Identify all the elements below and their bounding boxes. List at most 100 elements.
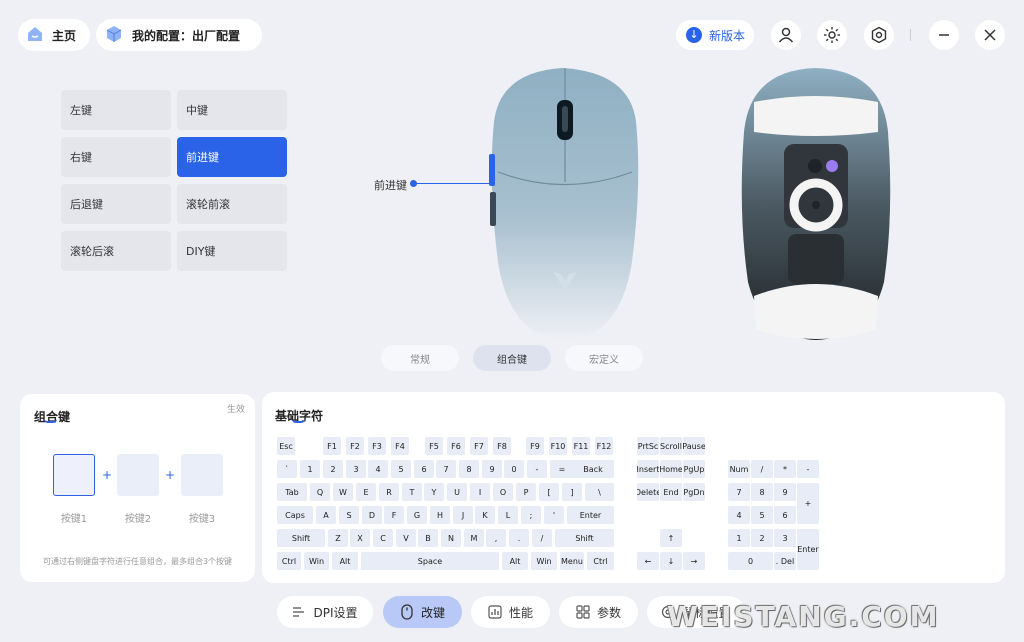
- keyboard-key[interactable]: PrtSc: [637, 437, 659, 455]
- keyboard-key[interactable]: `: [277, 460, 297, 478]
- key-middle[interactable]: 中键: [177, 90, 287, 130]
- keyboard-key[interactable]: 0: [504, 460, 524, 478]
- keyboard-key[interactable]: End: [660, 483, 682, 501]
- settings-button[interactable]: [864, 20, 894, 50]
- keyboard-key[interactable]: 4: [368, 460, 388, 478]
- keyboard-key[interactable]: C: [373, 529, 393, 547]
- keyboard-key[interactable]: Pause: [683, 437, 705, 455]
- keyboard-key[interactable]: Ctrl: [277, 552, 301, 570]
- keyboard-key[interactable]: ↓: [660, 552, 682, 570]
- keyboard-key[interactable]: [: [539, 483, 559, 501]
- keyboard-key[interactable]: Win: [304, 552, 329, 570]
- keyboard-key[interactable]: S: [339, 506, 359, 524]
- keyboard-key[interactable]: U: [447, 483, 467, 501]
- apply-button[interactable]: 生效: [227, 402, 245, 415]
- keyboard-key[interactable]: F11: [572, 437, 590, 455]
- keyboard-key[interactable]: Esc: [277, 437, 295, 455]
- tab-macro[interactable]: 宏定义: [565, 345, 643, 371]
- key-wheel-up[interactable]: 滚轮前滚: [177, 184, 287, 224]
- key-wheel-down[interactable]: 滚轮后滚: [61, 231, 171, 271]
- key-diy[interactable]: DIY键: [177, 231, 287, 271]
- minimize-button[interactable]: [929, 20, 959, 50]
- keyboard-key[interactable]: T: [402, 483, 422, 501]
- nav-performance[interactable]: 性能: [471, 596, 550, 628]
- keyboard-key[interactable]: 4: [728, 506, 750, 524]
- keyboard-key[interactable]: F9: [526, 437, 544, 455]
- keyboard-key[interactable]: 5: [751, 506, 773, 524]
- keyboard-key[interactable]: 7: [728, 483, 750, 501]
- keyboard-key[interactable]: R: [379, 483, 399, 501]
- keyboard-key[interactable]: ↑: [660, 529, 682, 547]
- keyboard-key[interactable]: Enter: [567, 506, 614, 524]
- keyboard-key[interactable]: I: [470, 483, 490, 501]
- keyboard-key[interactable]: 9: [774, 483, 796, 501]
- keyboard-key[interactable]: L: [498, 506, 518, 524]
- keyboard-key[interactable]: Menu: [560, 552, 584, 570]
- keyboard-key[interactable]: Y: [424, 483, 444, 501]
- keyboard-key[interactable]: PgUp: [683, 460, 705, 478]
- keyboard-key[interactable]: 1: [728, 529, 750, 547]
- keyboard-key[interactable]: -: [797, 460, 819, 478]
- key-right[interactable]: 右键: [61, 137, 171, 177]
- keyboard-key[interactable]: E: [356, 483, 376, 501]
- keyboard-key[interactable]: ,: [486, 529, 506, 547]
- keyboard-key[interactable]: Ctrl: [587, 552, 614, 570]
- keyboard-key[interactable]: V: [396, 529, 416, 547]
- keyboard-key[interactable]: Alt: [502, 552, 528, 570]
- keyboard-key[interactable]: Num: [728, 460, 750, 478]
- keyboard-key[interactable]: /: [532, 529, 552, 547]
- keyboard-key[interactable]: Caps: [277, 506, 313, 524]
- keyboard-key[interactable]: J: [453, 506, 473, 524]
- keyboard-key[interactable]: 9: [482, 460, 502, 478]
- keyboard-key[interactable]: M: [464, 529, 484, 547]
- keyboard-key[interactable]: \: [585, 483, 614, 501]
- keyboard-key[interactable]: 6: [774, 506, 796, 524]
- tab-normal[interactable]: 常规: [381, 345, 459, 371]
- keyboard-key[interactable]: ': [544, 506, 564, 524]
- keyboard-key[interactable]: ]: [562, 483, 582, 501]
- keyboard-key[interactable]: G: [407, 506, 427, 524]
- keyboard-key[interactable]: Tab: [277, 483, 307, 501]
- keyboard-key[interactable]: Z: [328, 529, 348, 547]
- key-forward[interactable]: 前进键: [177, 137, 287, 177]
- nav-remap[interactable]: 改键: [383, 596, 462, 628]
- keyboard-key[interactable]: +: [797, 483, 819, 524]
- keyboard-key[interactable]: Enter: [797, 529, 819, 570]
- keyboard-key[interactable]: P: [516, 483, 536, 501]
- key-left[interactable]: 左键: [61, 90, 171, 130]
- keyboard-key[interactable]: 3: [346, 460, 366, 478]
- keyboard-key[interactable]: F: [384, 506, 404, 524]
- keyboard-key[interactable]: Scroll: [660, 437, 682, 455]
- keyboard-key[interactable]: F4: [391, 437, 409, 455]
- keyboard-key[interactable]: O: [493, 483, 513, 501]
- keyboard-key[interactable]: F6: [447, 437, 465, 455]
- keyboard-key[interactable]: H: [430, 506, 450, 524]
- combo-slot-2[interactable]: [117, 454, 159, 496]
- keyboard-key[interactable]: 2: [751, 529, 773, 547]
- keyboard-key[interactable]: *: [774, 460, 796, 478]
- keyboard-key[interactable]: 8: [751, 483, 773, 501]
- nav-params[interactable]: 参数: [559, 596, 638, 628]
- keyboard-key[interactable]: F7: [470, 437, 488, 455]
- tab-combo[interactable]: 组合键: [473, 345, 551, 371]
- keyboard-key[interactable]: ←: [637, 552, 659, 570]
- keyboard-key[interactable]: F12: [595, 437, 613, 455]
- keyboard-key[interactable]: F10: [549, 437, 567, 455]
- keyboard-key[interactable]: .: [509, 529, 529, 547]
- key-back[interactable]: 后退键: [61, 184, 171, 224]
- keyboard-key[interactable]: Win: [531, 552, 557, 570]
- keyboard-key[interactable]: 8: [459, 460, 479, 478]
- keyboard-key[interactable]: 2: [323, 460, 343, 478]
- keyboard-key[interactable]: K: [475, 506, 495, 524]
- keyboard-key[interactable]: /: [751, 460, 773, 478]
- keyboard-key[interactable]: 3: [774, 529, 796, 547]
- keyboard-key[interactable]: X: [350, 529, 370, 547]
- keyboard-key[interactable]: →: [683, 552, 705, 570]
- keyboard-key[interactable]: ;: [521, 506, 541, 524]
- keyboard-key[interactable]: Q: [310, 483, 330, 501]
- keyboard-key[interactable]: 0: [728, 552, 773, 570]
- user-button[interactable]: [771, 20, 801, 50]
- keyboard-key[interactable]: Insert: [637, 460, 659, 478]
- keyboard-key[interactable]: Delete: [637, 483, 659, 501]
- keyboard-key[interactable]: . Del: [774, 552, 796, 570]
